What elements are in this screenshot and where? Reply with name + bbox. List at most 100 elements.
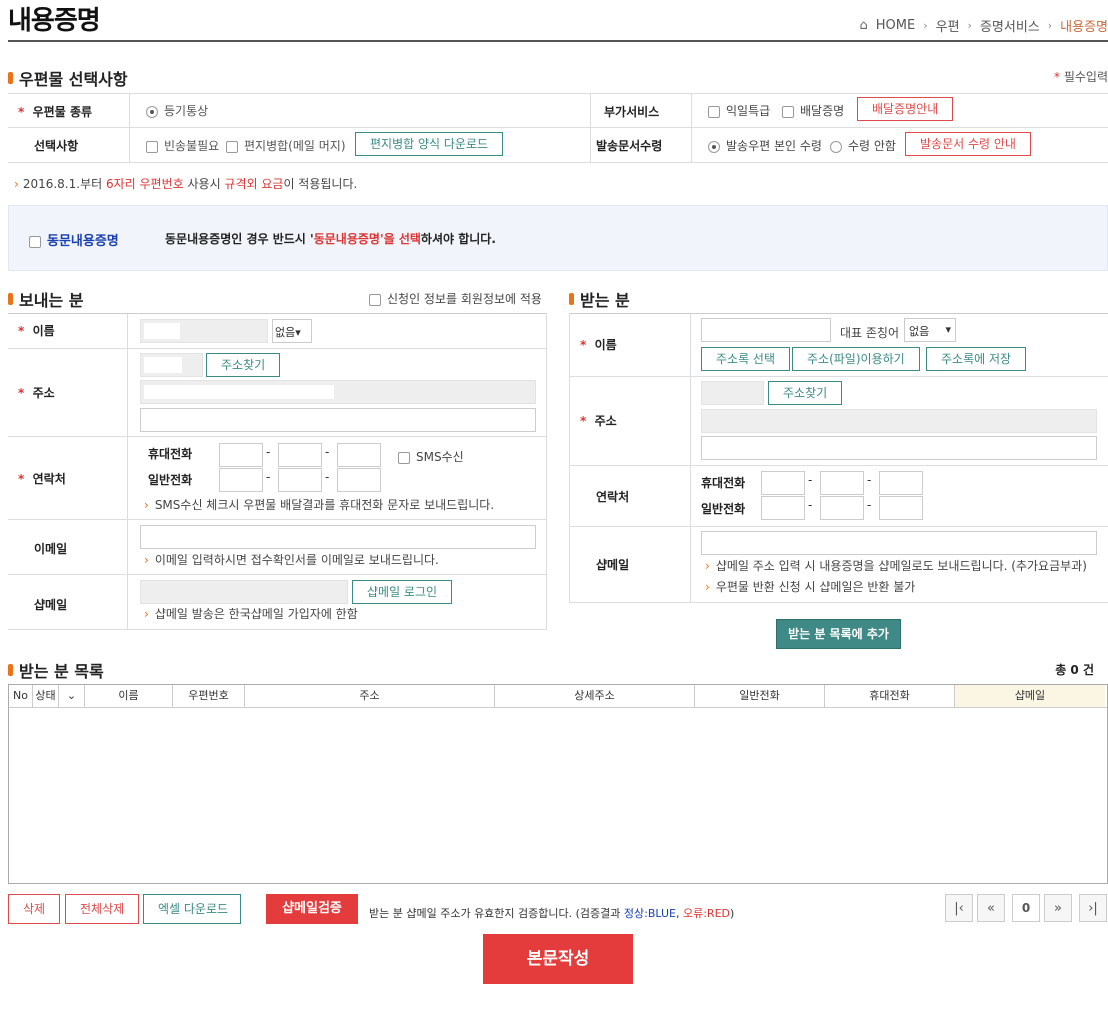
receipt-none-radio[interactable]: 수령 안함 [830,137,896,154]
col-name[interactable]: 이름 [85,685,173,707]
receiver-mobile-label: 휴대전화 [701,476,746,490]
sender-email-input[interactable] [140,525,536,549]
address-file-button[interactable]: 주소(파일)이용하기 [792,347,920,371]
col-zip[interactable]: 우편번호 [173,685,245,707]
radio-icon[interactable] [146,105,158,118]
apply-member-checkbox[interactable]: 신청인 정보를 회원정보에 적용 [369,290,542,307]
checkbox-icon[interactable] [708,105,720,118]
receiver-shopmail-input[interactable] [701,531,1097,555]
extra-delivery-checkbox[interactable]: 배달증명 [782,102,844,119]
receiver-shopmail-hint-1-text: 샵메일 주소 입력 시 내용증명을 샵메일로도 보내드립니다. (추가요금부과) [715,559,1087,573]
next-page-icon[interactable]: » [1044,894,1072,922]
receiver-shopmail-hint-2-text: 우편물 반환 신청 시 샵메일은 반환 불가 [715,580,916,594]
delivery-cert-guide-button[interactable]: 배달증명안내 [857,97,954,121]
checkbox-icon[interactable] [29,235,41,248]
radio-icon[interactable] [830,140,842,153]
sender-address-detail-input[interactable] [140,408,536,432]
address-book-select-button[interactable]: 주소록 선택 [701,347,791,371]
breadcrumb-item-cert[interactable]: 증명서비스 [980,16,1040,35]
receiver-address-detail-input[interactable] [701,436,1097,460]
extra-express-checkbox[interactable]: 익일특급 [708,102,770,119]
receiver-section-title: 받는 분 [569,287,630,311]
mail-type-radio[interactable]: 등기통상 [146,102,208,119]
sender-mobile-1[interactable] [219,443,263,467]
sender-phone-2[interactable] [278,468,322,492]
joint-text-2: 하셔야 합니다. [420,232,496,246]
section-marker-icon [8,293,13,305]
receiver-mobile-3[interactable] [879,471,923,495]
sms-checkbox[interactable]: SMS수신 [398,448,464,465]
sender-phone-3[interactable] [337,468,381,492]
address-book-save-button[interactable]: 주소록에 저장 [926,347,1027,371]
shopmail-verify-button[interactable]: 샵메일검증 [266,894,358,924]
dash: - [867,473,872,487]
joint-text-highlight: 동문내용증명'을 선택 [313,232,421,246]
row-divider [8,574,547,575]
col-address[interactable]: 주소 [245,685,495,707]
breadcrumb-item-post[interactable]: 우편 [936,16,960,35]
receiver-name-label: * 이름 [580,338,617,352]
receiver-phone-3[interactable] [879,496,923,520]
merge-template-download-button[interactable]: 편지병합 양식 다운로드 [355,132,504,156]
sender-mobile-3[interactable] [337,443,381,467]
receiver-name-input[interactable] [701,318,831,342]
shopmail-login-button[interactable]: 샵메일 로그인 [352,580,453,604]
checkbox-icon[interactable] [398,451,410,464]
radio-icon[interactable] [708,140,720,153]
no-return-checkbox[interactable]: 빈송불필요 [146,137,219,154]
receipt-guide-button[interactable]: 발송문서 수령 안내 [905,132,1031,156]
breadcrumb-home[interactable]: HOME [876,18,915,33]
excel-download-button[interactable]: 엑셀 다운로드 [143,894,241,924]
col-mobile[interactable]: 휴대전화 [825,685,955,707]
receipt-self-radio[interactable]: 발송우편 본인 수령 [708,137,822,154]
receiver-phone-1[interactable] [761,496,805,520]
write-content-button[interactable]: 본문작성 [483,934,633,984]
col-phone[interactable]: 일반전화 [695,685,825,707]
sender-find-address-button[interactable]: 주소찾기 [206,353,281,377]
first-page-icon[interactable]: |‹ [945,894,973,922]
receipt-self-label: 발송우편 본인 수령 [726,139,822,153]
checkbox-icon[interactable] [782,105,794,118]
prev-page-icon[interactable]: « [977,894,1005,922]
sender-name-input[interactable] [140,319,268,343]
sender-honor-select[interactable]: 없음▾ [272,319,312,343]
receiver-zip-input[interactable] [701,381,764,405]
chevron-down-icon[interactable]: ⌄ [67,689,76,702]
receiver-mobile-1[interactable] [761,471,805,495]
col-status[interactable]: 상태 [33,685,59,707]
receiver-phone-2[interactable] [820,496,864,520]
col-shopmail[interactable]: 샵메일 [955,685,1105,707]
delete-button[interactable]: 삭제 [8,894,61,924]
merge-checkbox[interactable]: 편지병합(메일 머지) [226,137,346,154]
home-icon[interactable]: ⌂ [859,18,867,33]
sender-phone-1[interactable] [219,468,263,492]
email-hint-text: 이메일 입력하시면 접수확인서를 이메일로 보내드립니다. [154,553,439,567]
sender-shopmail-label: 샵메일 [34,598,68,612]
joint-cert-checkbox[interactable]: 동문내용증명 [29,230,119,249]
sender-mobile-2[interactable] [278,443,322,467]
checkbox-icon[interactable] [369,293,381,306]
last-page-icon[interactable]: ›| [1079,894,1107,922]
sender-zip-input[interactable] [140,353,203,377]
checkbox-icon[interactable] [146,140,158,153]
grid-header: No 상태 ⌄ 이름 우편번호 주소 상세주소 일반전화 휴대전화 샵메일 [9,685,1107,708]
receiver-address-input[interactable] [701,409,1097,433]
extra-delivery-label: 배달증명 [800,104,845,118]
dash: - [325,470,330,484]
col-detail-address[interactable]: 상세주소 [495,685,695,707]
col-select-all[interactable]: ⌄ [59,685,85,707]
delete-all-button[interactable]: 전체삭제 [65,894,140,924]
add-to-list-button[interactable]: 받는 분 목록에 추가 [776,619,901,649]
page-number[interactable]: 0 [1012,894,1040,922]
receiver-addr-label: * 주소 [580,414,617,428]
receiver-honor-select[interactable]: 없음 ▾ [904,318,956,342]
receiver-mobile-2[interactable] [820,471,864,495]
sender-shopmail-input[interactable] [140,580,348,604]
receiver-find-address-button[interactable]: 주소찾기 [768,381,843,405]
recipient-grid: No 상태 ⌄ 이름 우편번호 주소 상세주소 일반전화 휴대전화 샵메일 [8,684,1108,884]
sender-name-label: * 이름 [18,324,55,338]
col-no[interactable]: No [9,685,33,707]
receiver-shopmail-hint-1: › 샵메일 주소 입력 시 내용증명을 샵메일로도 보내드립니다. (추가요금부과… [705,557,1087,574]
checkbox-icon[interactable] [226,140,238,153]
sender-address-input[interactable] [140,380,536,404]
